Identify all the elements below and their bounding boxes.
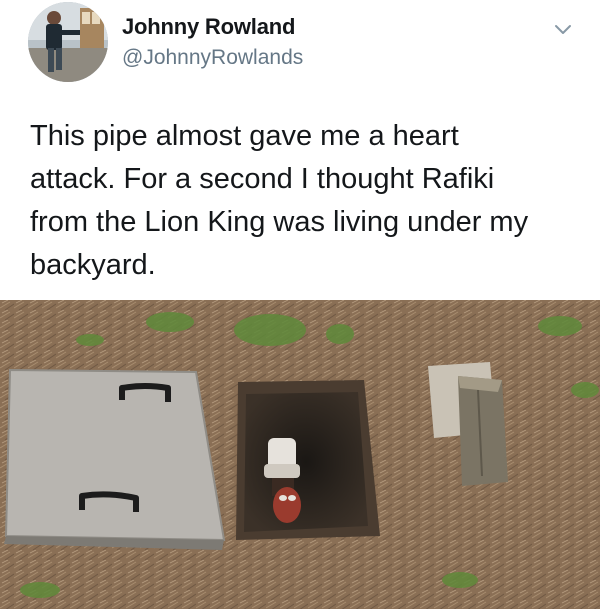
tweet-line: from the Lion King was living under my bbox=[30, 206, 529, 238]
tweet-line: attack. For a second I thought Rafiki bbox=[30, 163, 495, 195]
avatar-photo bbox=[28, 2, 108, 82]
display-name[interactable]: Johnny Rowland bbox=[122, 14, 295, 40]
tweet-line: This pipe almost gave me a heart bbox=[30, 120, 459, 152]
tweet-header: Johnny Rowland @JohnnyRowlands bbox=[0, 0, 600, 100]
tweet-text: This pipe almost gave me a heart attack.… bbox=[30, 115, 590, 287]
tweet-photo[interactable] bbox=[0, 300, 600, 609]
avatar[interactable] bbox=[28, 2, 108, 82]
chevron-down-icon[interactable] bbox=[554, 24, 572, 36]
tweet-line: backyard. bbox=[30, 249, 156, 281]
user-handle[interactable]: @JohnnyRowlands bbox=[122, 46, 303, 70]
